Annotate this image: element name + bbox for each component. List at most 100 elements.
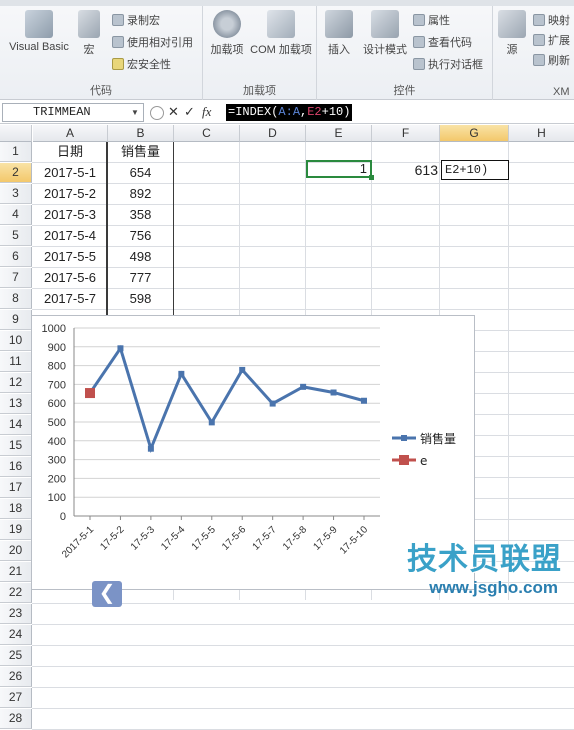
name-box[interactable]: TRIMMEAN: [2, 103, 144, 122]
row-header-10[interactable]: 10: [0, 331, 32, 351]
column-header-a[interactable]: A: [33, 125, 108, 142]
date-cell[interactable]: 2017-5-4: [33, 226, 107, 246]
insert-control-button[interactable]: 插入: [323, 10, 355, 57]
formula-input[interactable]: =INDEX(A:A,E2+10): [226, 104, 574, 122]
watermark-url: www.jsgho.com: [429, 578, 558, 597]
column-header-d[interactable]: D: [240, 125, 306, 142]
insert-function-icon[interactable]: fx: [202, 104, 211, 120]
date-cell[interactable]: 2017-5-7: [33, 289, 107, 309]
formula-text: =INDEX(A:A,E2+10): [226, 104, 353, 121]
row-header-16[interactable]: 16: [0, 457, 32, 477]
header-date[interactable]: 日期: [33, 142, 107, 162]
column-header-g[interactable]: G: [440, 125, 509, 142]
map-properties-button[interactable]: 映射: [533, 12, 570, 30]
sales-cell[interactable]: 498: [108, 247, 173, 267]
cancel-icon[interactable]: ✕: [168, 104, 179, 120]
series-sales-point: [269, 400, 276, 407]
macros-button[interactable]: 宏: [76, 10, 102, 57]
row-header-17[interactable]: 17: [0, 478, 32, 498]
name-box-dropdown-icon[interactable]: ▼: [131, 108, 139, 117]
column-header-b[interactable]: B: [108, 125, 174, 142]
row-header-12[interactable]: 12: [0, 373, 32, 393]
com-addins-icon: [267, 10, 295, 38]
expansion-packs-button[interactable]: 扩展: [533, 32, 570, 50]
row-header-3[interactable]: 3: [0, 184, 32, 204]
row-header-13[interactable]: 13: [0, 394, 32, 414]
worksheet-grid[interactable]: ABCDEFGH 1 2 3 4 5 6 7 8 9 10 11 12 13 14 15 16 17 18 19 20…: [0, 125, 574, 730]
row-header-11[interactable]: 11: [0, 352, 32, 372]
record-macro-button[interactable]: 录制宏: [112, 12, 160, 30]
column-header-h[interactable]: H: [509, 125, 574, 142]
row-header-14[interactable]: 14: [0, 415, 32, 435]
view-code-label: 查看代码: [428, 37, 472, 49]
row-gridline: [32, 624, 574, 625]
row-header-6[interactable]: 6: [0, 247, 32, 267]
row-header-24[interactable]: 24: [0, 625, 32, 645]
row-header-20[interactable]: 20: [0, 541, 32, 561]
sales-cell[interactable]: 654: [108, 163, 173, 183]
y-tick-label: 200: [48, 473, 66, 485]
row-header-26[interactable]: 26: [0, 667, 32, 687]
xml-source-button[interactable]: 源: [497, 10, 527, 57]
date-cell[interactable]: 2017-5-6: [33, 268, 107, 288]
properties-label: 属性: [428, 15, 450, 27]
row-header-8[interactable]: 8: [0, 289, 32, 309]
xml-group-label: XM: [553, 86, 570, 98]
y-tick-label: 1000: [42, 323, 66, 335]
enter-icon[interactable]: ✓: [184, 104, 195, 120]
properties-button[interactable]: 属性: [413, 12, 450, 30]
sales-cell[interactable]: 598: [108, 289, 173, 309]
column-header-c[interactable]: C: [174, 125, 240, 142]
date-cell[interactable]: 2017-5-1: [33, 163, 107, 183]
code-group-label: 代码: [90, 85, 112, 97]
macro-security-label: 宏安全性: [127, 59, 171, 71]
refresh-data-button[interactable]: 刷新: [533, 52, 570, 70]
row-header-27[interactable]: 27: [0, 688, 32, 708]
run-dialog-button[interactable]: 执行对话框: [413, 56, 483, 74]
sales-cell[interactable]: 892: [108, 184, 173, 204]
row-gridline: [32, 645, 574, 646]
cell-g2-editing[interactable]: E2+10): [441, 160, 509, 180]
select-all-corner[interactable]: [0, 125, 32, 142]
row-header-7[interactable]: 7: [0, 268, 32, 288]
properties-icon: [413, 14, 425, 26]
visual-basic-button[interactable]: Visual Basic: [6, 10, 72, 53]
macro-security-button[interactable]: 宏安全性: [112, 56, 171, 74]
x-tick-label: 17-5-5: [190, 524, 219, 553]
date-cell[interactable]: 2017-5-2: [33, 184, 107, 204]
cell-e2[interactable]: 1: [306, 160, 374, 180]
series-sales-point: [208, 419, 215, 426]
row-header-4[interactable]: 4: [0, 205, 32, 225]
addins-group: 加载项 COM 加载项 加载项: [203, 6, 317, 100]
row-header-21[interactable]: 21: [0, 562, 32, 582]
row-header-19[interactable]: 19: [0, 520, 32, 540]
view-code-button[interactable]: 查看代码: [413, 34, 472, 52]
row-header-28[interactable]: 28: [0, 709, 32, 729]
relative-ref-button[interactable]: 使用相对引用: [112, 34, 193, 52]
com-addins-button[interactable]: COM 加载项: [247, 10, 315, 57]
cell-f2[interactable]: 613: [372, 160, 440, 180]
scroll-left-icon[interactable]: ❮: [92, 581, 122, 607]
row-header-23[interactable]: 23: [0, 604, 32, 624]
series-sales-point: [178, 370, 185, 377]
row-header-1[interactable]: 1: [0, 142, 32, 162]
row-header-9[interactable]: 9: [0, 310, 32, 330]
sales-cell[interactable]: 358: [108, 205, 173, 225]
date-cell[interactable]: 2017-5-5: [33, 247, 107, 267]
series-sales-line: [88, 344, 365, 454]
row-header-5[interactable]: 5: [0, 226, 32, 246]
column-header-e[interactable]: E: [306, 125, 372, 142]
row-header-2[interactable]: 2: [0, 163, 32, 183]
row-header-15[interactable]: 15: [0, 436, 32, 456]
insert-label: 插入: [328, 44, 350, 56]
column-header-f[interactable]: F: [372, 125, 440, 142]
design-ruler-icon: [371, 10, 399, 38]
design-mode-button[interactable]: 设计模式: [361, 10, 409, 57]
date-cell[interactable]: 2017-5-3: [33, 205, 107, 225]
header-sales[interactable]: 销售量: [108, 142, 173, 162]
sales-cell[interactable]: 777: [108, 268, 173, 288]
sales-cell[interactable]: 756: [108, 226, 173, 246]
row-header-25[interactable]: 25: [0, 646, 32, 666]
addins-button[interactable]: 加载项: [207, 10, 247, 57]
row-header-18[interactable]: 18: [0, 499, 32, 519]
